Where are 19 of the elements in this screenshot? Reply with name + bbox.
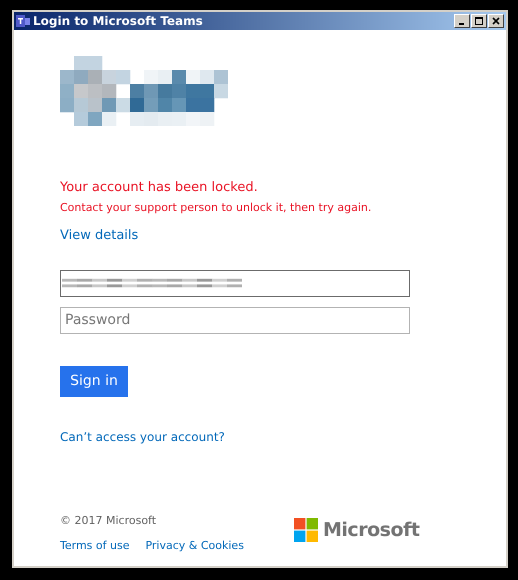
sign-in-button[interactable]: Sign in xyxy=(60,366,128,396)
email-field[interactable] xyxy=(60,270,410,296)
minimize-button[interactable] xyxy=(454,14,470,28)
error-message: Contact your support person to unlock it, then try again. xyxy=(60,200,372,216)
window-title: Login to Microsoft Teams xyxy=(33,13,204,30)
copyright-text: © 2017 Microsoft xyxy=(60,513,158,529)
footer-link[interactable]: Privacy & Cookies xyxy=(145,538,244,554)
app-icon xyxy=(16,14,30,28)
view-details-link[interactable]: View details xyxy=(60,226,138,246)
microsoft-logo-icon xyxy=(294,518,318,542)
close-icon xyxy=(492,17,500,25)
help-link[interactable]: Can’t access your account? xyxy=(60,428,225,446)
close-button[interactable] xyxy=(488,14,504,28)
password-field[interactable]: Password xyxy=(60,306,410,334)
error-title: Your account has been locked. xyxy=(60,179,258,197)
maximize-button[interactable] xyxy=(471,14,487,28)
maximize-icon xyxy=(475,17,483,25)
brand-name: Microsoft xyxy=(322,518,420,542)
footer-link[interactable]: Terms of use xyxy=(60,538,130,554)
